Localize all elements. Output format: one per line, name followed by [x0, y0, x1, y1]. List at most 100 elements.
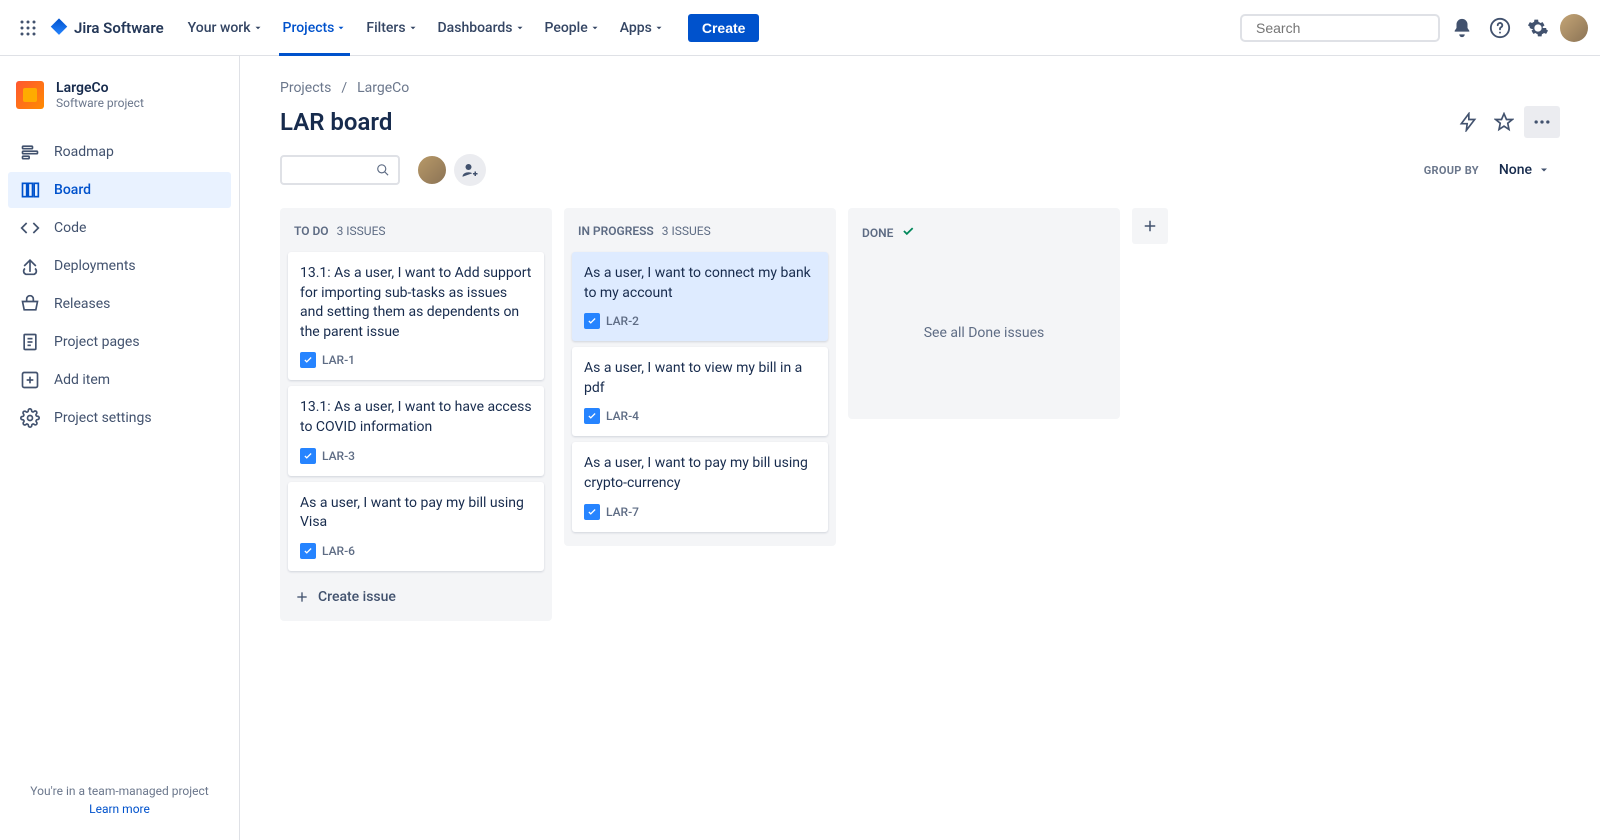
card-title: 13.1: As a user, I want to have access t… — [300, 398, 532, 437]
issue-key: LAR-2 — [606, 314, 639, 328]
nav-dashboards[interactable]: Dashboards — [430, 14, 533, 42]
issue-card[interactable]: As a user, I want to pay my bill using V… — [288, 482, 544, 571]
project-name: LargeCo — [56, 80, 144, 96]
breadcrumb-project[interactable]: LargeCo — [357, 80, 409, 96]
groupby-label: GROUP BY — [1424, 164, 1479, 177]
search-icon — [376, 162, 390, 178]
roadmap-icon — [20, 142, 40, 162]
project-header[interactable]: LargeCo Software project — [8, 72, 231, 118]
done-check-icon — [901, 224, 915, 241]
issue-card[interactable]: As a user, I want to connect my bank to … — [572, 252, 828, 341]
sidebar-footer: You're in a team-managed project Learn m… — [8, 776, 231, 824]
assignee-avatar[interactable] — [416, 154, 448, 186]
more-icon[interactable] — [1524, 106, 1560, 138]
column-in-progress: IN PROGRESS 3 ISSUES As a user, I want t… — [564, 208, 836, 546]
sidebar-item-label: Deployments — [54, 258, 136, 274]
add-people-button[interactable] — [454, 154, 486, 186]
sidebar-item-label: Add item — [54, 372, 110, 388]
sidebar-item-label: Project settings — [54, 410, 152, 426]
plus-icon — [294, 589, 310, 605]
logo-text: Jira Software — [74, 19, 164, 37]
sidebar: LargeCo Software project Roadmap Board Cod… — [0, 56, 240, 840]
issue-key: LAR-7 — [606, 505, 639, 519]
see-all-done-link[interactable]: See all Done issues — [856, 255, 1112, 411]
nav-people[interactable]: People — [537, 14, 608, 42]
sidebar-item-label: Releases — [54, 296, 110, 312]
card-title: 13.1: As a user, I want to Add support f… — [300, 264, 532, 342]
issue-key: LAR-4 — [606, 409, 639, 423]
app-switcher-icon[interactable] — [12, 12, 44, 44]
sidebar-item-pages[interactable]: Project pages — [8, 324, 231, 360]
task-icon — [300, 448, 316, 464]
task-icon — [584, 313, 600, 329]
issue-card[interactable]: 13.1: As a user, I want to Add support f… — [288, 252, 544, 380]
task-icon — [584, 504, 600, 520]
settings-icon — [20, 408, 40, 428]
sidebar-item-add[interactable]: Add item — [8, 362, 231, 398]
chevron-down-icon — [1538, 164, 1550, 176]
nav-items: Your work Projects Filters Dashboards Pe… — [180, 14, 760, 42]
card-title: As a user, I want to connect my bank to … — [584, 264, 816, 303]
nav-projects[interactable]: Projects — [275, 14, 355, 42]
sidebar-item-roadmap[interactable]: Roadmap — [8, 134, 231, 170]
project-type: Software project — [56, 96, 144, 110]
breadcrumb-projects[interactable]: Projects — [280, 80, 331, 96]
main-content: Projects / LargeCo LAR board GROUP BY — [240, 56, 1600, 840]
issue-key: LAR-6 — [322, 544, 355, 558]
page-title: LAR board — [280, 108, 392, 136]
sidebar-item-settings[interactable]: Project settings — [8, 400, 231, 436]
board-search-input[interactable] — [290, 162, 376, 178]
nav-right — [1240, 12, 1588, 44]
deployments-icon — [20, 256, 40, 276]
nav-apps[interactable]: Apps — [612, 14, 672, 42]
user-avatar[interactable] — [1560, 14, 1588, 42]
nav-filters[interactable]: Filters — [358, 14, 425, 42]
learn-more-link[interactable]: Learn more — [16, 802, 223, 816]
issue-key: LAR-1 — [322, 353, 355, 367]
top-nav: Jira Software Your work Projects Filters… — [0, 0, 1600, 56]
add-icon — [20, 370, 40, 390]
create-issue-button[interactable]: Create issue — [288, 581, 544, 613]
code-icon — [20, 218, 40, 238]
card-title: As a user, I want to pay my bill using V… — [300, 494, 532, 533]
issue-card[interactable]: As a user, I want to pay my bill using c… — [572, 442, 828, 531]
column-to-do: TO DO 3 ISSUES 13.1: As a user, I want t… — [280, 208, 552, 621]
groupby-select[interactable]: None — [1489, 156, 1560, 184]
issue-card[interactable]: 13.1: As a user, I want to have access t… — [288, 386, 544, 475]
sidebar-item-label: Board — [54, 182, 91, 198]
card-title: As a user, I want to view my bill in a p… — [584, 359, 816, 398]
help-icon[interactable] — [1484, 12, 1516, 44]
column-header[interactable]: IN PROGRESS 3 ISSUES — [572, 216, 828, 252]
board: TO DO 3 ISSUES 13.1: As a user, I want t… — [280, 208, 1560, 621]
board-icon — [20, 180, 40, 200]
sidebar-item-code[interactable]: Code — [8, 210, 231, 246]
sidebar-item-releases[interactable]: Releases — [8, 286, 231, 322]
breadcrumb: Projects / LargeCo — [280, 80, 1560, 96]
notifications-icon[interactable] — [1446, 12, 1478, 44]
sidebar-item-label: Code — [54, 220, 86, 236]
plus-icon — [1141, 217, 1159, 235]
releases-icon — [20, 294, 40, 314]
sidebar-item-label: Project pages — [54, 334, 140, 350]
issue-key: LAR-3 — [322, 449, 355, 463]
sidebar-item-board[interactable]: Board — [8, 172, 231, 208]
task-icon — [300, 352, 316, 368]
task-icon — [300, 543, 316, 559]
card-title: As a user, I want to pay my bill using c… — [584, 454, 816, 493]
issue-card[interactable]: As a user, I want to view my bill in a p… — [572, 347, 828, 436]
automation-icon[interactable] — [1452, 106, 1484, 138]
jira-logo[interactable]: Jira Software — [48, 17, 164, 39]
sidebar-item-deployments[interactable]: Deployments — [8, 248, 231, 284]
star-icon[interactable] — [1488, 106, 1520, 138]
column-header[interactable]: TO DO 3 ISSUES — [288, 216, 544, 252]
nav-your-work[interactable]: Your work — [180, 14, 271, 42]
settings-icon[interactable] — [1522, 12, 1554, 44]
board-search[interactable] — [280, 155, 400, 185]
global-search[interactable] — [1240, 14, 1440, 42]
project-icon — [16, 81, 44, 109]
task-icon — [584, 408, 600, 424]
column-header[interactable]: DONE — [856, 216, 1112, 255]
search-input[interactable] — [1256, 20, 1437, 36]
create-button[interactable]: Create — [688, 14, 760, 42]
add-column-button[interactable] — [1132, 208, 1168, 244]
